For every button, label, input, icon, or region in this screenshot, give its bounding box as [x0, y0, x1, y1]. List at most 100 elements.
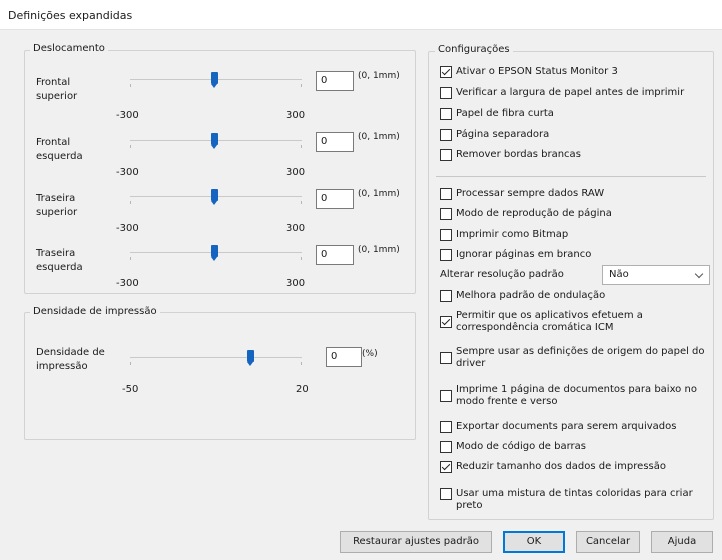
pagina-separadora-checkbox[interactable] — [440, 129, 452, 141]
traseira-esquerda-label: Traseira esquerda — [36, 248, 83, 273]
traseira-superior-max: 300 — [286, 223, 306, 234]
exportar-label: Exportar documents para serem arquivados — [456, 421, 677, 432]
frontal-esquerda-label: Frontal esquerda — [36, 137, 83, 162]
checkbox-row-exportar[interactable]: Exportar documents para serem arquivados — [440, 421, 676, 433]
traseira-superior-slider-thumb[interactable] — [211, 189, 218, 205]
ondulacao-checkbox[interactable] — [440, 290, 452, 302]
codigo-barras-checkbox[interactable] — [440, 441, 452, 453]
slider-tick — [301, 145, 302, 148]
traseira-superior-min: -300 — [116, 223, 139, 234]
ondulacao-label: Melhora padrão de ondulação — [456, 290, 606, 301]
raw-label: Processar sempre dados RAW — [456, 188, 605, 199]
frontal-superior-label: Frontal superior — [36, 77, 78, 102]
remover-bordas-label: Remover bordas brancas — [456, 149, 581, 160]
checkbox-row-status-monitor[interactable]: Ativar o EPSON Status Monitor 3 — [440, 66, 618, 78]
traseira-esquerda-input[interactable]: 0 — [316, 245, 354, 265]
icm-label: Permitir que os aplicativos efetuem a co… — [456, 310, 643, 333]
status-monitor-label: Ativar o EPSON Status Monitor 3 — [456, 66, 618, 77]
slider-tick — [130, 257, 131, 260]
icm-checkbox[interactable] — [440, 316, 452, 328]
remover-bordas-checkbox[interactable] — [440, 149, 452, 161]
cancel-button[interactable]: Cancelar — [576, 531, 640, 553]
frontal-esquerda-input[interactable]: 0 — [316, 132, 354, 152]
slider-tick — [301, 362, 302, 365]
origem-papel-checkbox[interactable] — [440, 352, 452, 364]
codigo-barras-label: Modo de código de barras — [456, 441, 586, 452]
checkbox-row-icm[interactable]: Permitir que os aplicativos efetuem a co… — [440, 310, 643, 334]
traseira-esquerda-slider-thumb[interactable] — [211, 245, 218, 261]
exportar-checkbox[interactable] — [440, 421, 452, 433]
traseira-esquerda-max: 300 — [286, 278, 306, 289]
slider-tick — [130, 145, 131, 148]
slider-tick — [301, 257, 302, 260]
verificar-largura-label: Verificar a largura de papel antes de im… — [456, 87, 685, 98]
reproducao-checkbox[interactable] — [440, 208, 452, 220]
checkbox-row-bitmap[interactable]: Imprimir como Bitmap — [440, 229, 568, 241]
frontal-esquerda-min: -300 — [116, 167, 139, 178]
checkbox-row-verificar-largura[interactable]: Verificar a largura de papel antes de im… — [440, 87, 684, 99]
frontal-superior-unit: (0, 1mm) — [358, 71, 400, 81]
traseira-superior-label: Traseira superior — [36, 193, 78, 218]
resolution-select[interactable]: Não — [602, 265, 710, 285]
traseira-superior-input[interactable]: 0 — [316, 189, 354, 209]
mistura-tintas-checkbox[interactable] — [440, 488, 452, 500]
densidade-slider-track[interactable] — [130, 357, 302, 358]
ignorar-branco-checkbox[interactable] — [440, 249, 452, 261]
title-bar: Definições expandidas — [0, 0, 722, 30]
configuracoes-group-label: Configurações — [435, 44, 513, 55]
deslocamento-group-label: Deslocamento — [30, 43, 108, 54]
resolution-select-value: Não — [609, 269, 629, 280]
checkbox-row-origem-papel[interactable]: Sempre usar as definições de origem do p… — [440, 346, 705, 370]
densidade-input[interactable]: 0 — [326, 347, 362, 367]
checkbox-row-reduzir-dados[interactable]: Reduzir tamanho dos dados de impressão — [440, 461, 666, 473]
verificar-largura-checkbox[interactable] — [440, 87, 452, 99]
densidade-slider-thumb[interactable] — [247, 350, 254, 366]
slider-tick — [130, 201, 131, 204]
densidade-row-label: Densidade de impressão — [36, 347, 105, 372]
ok-button[interactable]: OK — [503, 531, 565, 553]
reproducao-label: Modo de reprodução de página — [456, 208, 612, 219]
origem-papel-label: Sempre usar as definições de origem do p… — [456, 346, 705, 369]
checkbox-row-raw[interactable]: Processar sempre dados RAW — [440, 188, 604, 200]
papel-fibra-label: Papel de fibra curta — [456, 108, 554, 119]
frente-verso-label: Imprime 1 página de documentos para baix… — [456, 384, 697, 407]
checkbox-row-remover-bordas[interactable]: Remover bordas brancas — [440, 149, 581, 161]
checkbox-row-pagina-separadora[interactable]: Página separadora — [440, 129, 549, 141]
checkbox-row-reproducao[interactable]: Modo de reprodução de página — [440, 208, 612, 220]
deslocamento-group — [24, 50, 416, 294]
frontal-esquerda-unit: (0, 1mm) — [358, 132, 400, 142]
checkbox-row-papel-fibra[interactable]: Papel de fibra curta — [440, 108, 554, 120]
densidade-unit: (%) — [362, 349, 378, 359]
raw-checkbox[interactable] — [440, 188, 452, 200]
frontal-superior-slider-thumb[interactable] — [211, 72, 218, 88]
status-monitor-checkbox[interactable] — [440, 66, 452, 78]
checkbox-row-frente-verso[interactable]: Imprime 1 página de documentos para baix… — [440, 384, 697, 408]
frontal-esquerda-slider-thumb[interactable] — [211, 133, 218, 149]
checkbox-row-mistura-tintas[interactable]: Usar uma mistura de tintas coloridas par… — [440, 488, 722, 512]
densidade-group-label: Densidade de impressão — [30, 306, 160, 317]
traseira-esquerda-unit: (0, 1mm) — [358, 245, 400, 255]
papel-fibra-checkbox[interactable] — [440, 108, 452, 120]
densidade-group — [24, 312, 416, 440]
checkbox-row-ondulacao[interactable]: Melhora padrão de ondulação — [440, 290, 605, 302]
help-button[interactable]: Ajuda — [651, 531, 713, 553]
reduzir-dados-checkbox[interactable] — [440, 461, 452, 473]
pagina-separadora-label: Página separadora — [456, 129, 550, 140]
resolution-label: Alterar resolução padrão — [440, 269, 564, 280]
traseira-superior-unit: (0, 1mm) — [358, 189, 400, 199]
chevron-down-icon — [694, 269, 704, 279]
bitmap-checkbox[interactable] — [440, 229, 452, 241]
frontal-superior-min: -300 — [116, 110, 139, 121]
traseira-esquerda-min: -300 — [116, 278, 139, 289]
frontal-esquerda-max: 300 — [286, 167, 306, 178]
bitmap-label: Imprimir como Bitmap — [456, 229, 569, 240]
checkbox-row-codigo-barras[interactable]: Modo de código de barras — [440, 441, 586, 453]
ignorar-branco-label: Ignorar páginas em branco — [456, 249, 592, 260]
checkbox-row-ignorar-branco[interactable]: Ignorar páginas em branco — [440, 249, 591, 261]
window-title: Definições expandidas — [8, 9, 133, 22]
slider-tick — [301, 84, 302, 87]
densidade-min: -50 — [122, 384, 139, 395]
frontal-superior-input[interactable]: 0 — [316, 71, 354, 91]
frente-verso-checkbox[interactable] — [440, 390, 452, 402]
restore-defaults-button[interactable]: Restaurar ajustes padrão — [340, 531, 492, 553]
